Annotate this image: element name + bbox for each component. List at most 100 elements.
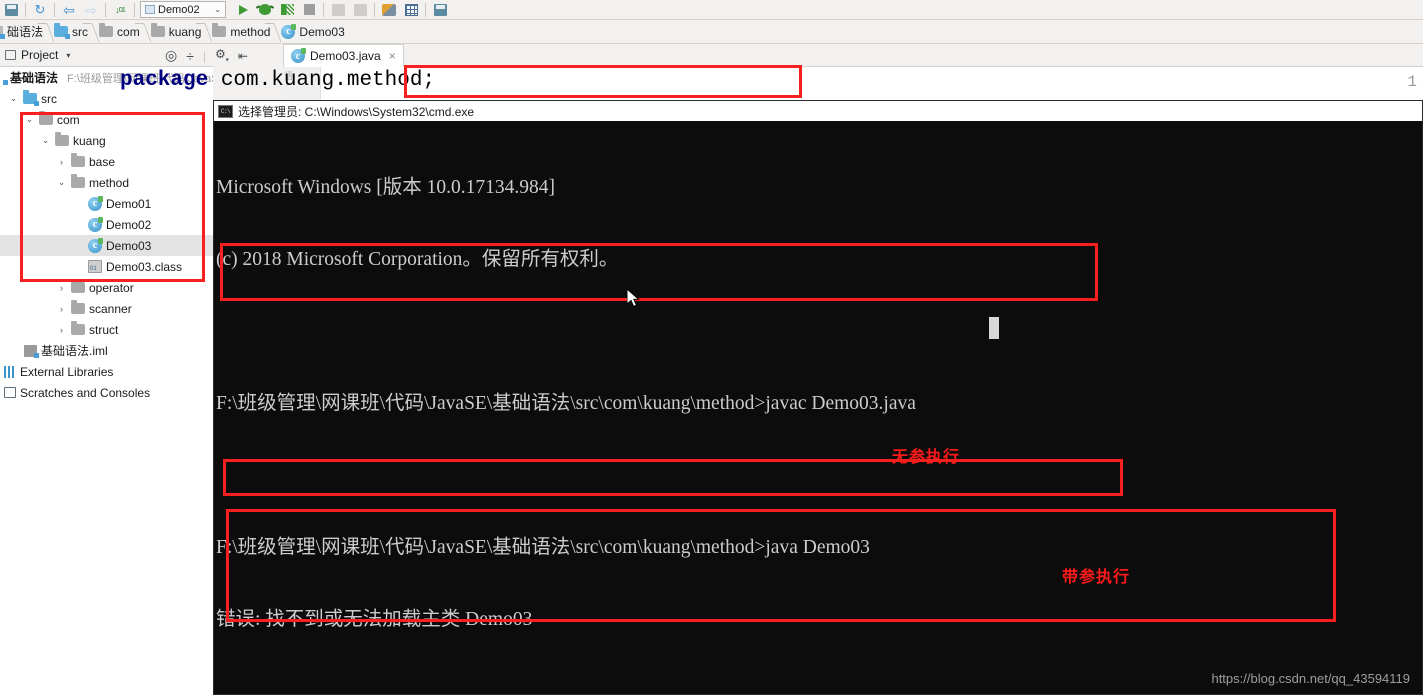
sdk-manager-button[interactable] [349,1,371,19]
ide-window: ↻ ⇦ ⇨ ↓ 01 Demo02 ⌄ 础语法 src com kuang me… [0,0,1423,695]
forward-arrow-icon[interactable]: ⇨ [80,1,102,19]
run-config-icon [145,5,155,14]
breadcrumb-item-com[interactable]: com [95,20,147,43]
sync-icon[interactable]: ↻ [29,1,51,19]
tree-item-label: src [41,91,57,106]
breadcrumb-item-kuang[interactable]: kuang [147,20,209,43]
project-tree[interactable]: 基础语法 F:\班级管理\网课班\代码\JavaSE\基础 ⌄ src ⌄ co… [0,67,213,695]
run-with-coverage-button[interactable] [276,1,298,19]
package-folder-icon [55,132,69,146]
project-structure-button[interactable] [327,1,349,19]
run-button[interactable] [232,1,254,19]
module-icon [0,25,5,39]
tree-row-external-libraries[interactable]: External Libraries [0,361,213,382]
debug-button[interactable] [254,1,276,19]
tab-demo03-java[interactable]: c Demo03.java × [283,44,404,67]
project-window-icon [5,50,16,60]
locate-icon[interactable]: ◎ [165,47,177,64]
package-folder-icon [71,321,85,335]
back-arrow-icon[interactable]: ⇦ [58,1,80,19]
tree-item-label: Demo03 [106,238,152,253]
console-line: F:\班级管理\网课班\代码\JavaSE\基础语法\src\com\kuang… [216,393,916,414]
tree-row-base[interactable]: › base [0,151,213,172]
iml-file-icon [24,344,39,358]
save-button[interactable] [429,1,451,19]
chevron-down-icon[interactable]: ⌄ [40,135,51,146]
source-folder-icon [54,23,71,39]
save-all-icon[interactable] [0,1,22,19]
tree-row-iml[interactable]: 基础语法.iml [0,340,213,361]
package-folder-icon [99,23,114,37]
tree-row-kuang[interactable]: ⌄ kuang [0,130,213,151]
breadcrumb-label: 础语法 [7,25,44,39]
tree-row-demo02[interactable]: c Demo02 [0,214,213,235]
tree-row-operator[interactable]: › operator [0,277,213,298]
tree-item-label: scanner [89,301,132,316]
chevron-down-icon[interactable]: ⌄ [24,114,35,125]
code-line-package: package com.kuang.method; [120,69,435,92]
tree-item-label: Demo02 [106,217,152,232]
tree-item-label: Scratches and Consoles [20,385,151,400]
annotation-with-args: 带参执行 [1062,569,1131,586]
breadcrumb: 础语法 src com kuang method c Demo03 [0,20,1423,44]
package-folder-icon [71,279,85,293]
hide-icon[interactable]: ⇤ [238,49,248,63]
tools-divider: | [202,48,207,63]
breadcrumb-label: src [72,24,89,39]
toolbar-divider [54,2,55,17]
tree-item-label: Demo01 [106,196,152,211]
tree-item-label: 基础语法.iml [41,344,108,358]
console-line: Microsoft Windows [版本 10.0.17134.984] [216,177,556,198]
breadcrumb-item-src[interactable]: src [50,20,95,43]
chevron-down-icon[interactable]: ⌄ [8,93,19,104]
console-line: 错误: 找不到或无法加载主类 Demo03 [216,609,533,630]
tab-label: Demo03.java [310,49,381,63]
tree-row-com[interactable]: ⌄ com [0,109,213,130]
chevron-right-icon[interactable]: › [56,325,67,335]
settings-button[interactable] [378,1,400,19]
sort-icon[interactable]: ↓ 01 [109,1,131,19]
close-icon[interactable]: × [389,49,396,63]
cmd-title-text: 选择管理员: C:\Windows\System32\cmd.exe [238,104,475,119]
source-folder-icon [23,90,39,106]
cmd-console-window[interactable]: C:\ 选择管理员: C:\Windows\System32\cmd.exe M… [213,100,1423,695]
tree-row-scanner[interactable]: › scanner [0,298,213,319]
toolbar-divider [25,2,26,17]
chevron-right-icon[interactable]: › [56,304,67,314]
tree-item-label: Demo03.class [106,259,183,274]
tree-row-method[interactable]: ⌄ method [0,172,213,193]
console-text-cursor [989,317,999,339]
database-button[interactable] [400,1,422,19]
breadcrumb-item-demo03[interactable]: c Demo03 [277,20,351,43]
collapse-all-icon[interactable]: ÷ [186,48,194,64]
tree-row-demo03[interactable]: c Demo03 [0,235,213,256]
settings-gear-icon[interactable]: ⚙▾ [215,47,229,63]
stop-button[interactable] [298,1,320,19]
package-folder-icon [212,23,227,37]
tree-row-struct[interactable]: › struct [0,319,213,340]
breadcrumb-item-module[interactable]: 础语法 [0,20,50,43]
chevron-down-icon[interactable]: ⌄ [56,177,67,188]
chevron-right-icon[interactable]: › [56,283,67,293]
code-keyword: package [120,69,209,92]
tree-row-demo03-class[interactable]: 01 Demo03.class [0,256,213,277]
tree-item-label: operator [89,280,134,295]
package-folder-icon [39,111,53,125]
run-configuration-selector[interactable]: Demo02 ⌄ [140,1,226,18]
project-panel-title: Project [21,48,59,62]
breadcrumb-item-method[interactable]: method [208,20,277,43]
tree-row-scratches[interactable]: Scratches and Consoles [0,382,213,403]
package-folder-icon [71,153,85,167]
toolbar-divider [425,2,426,17]
cmd-title-bar[interactable]: C:\ 选择管理员: C:\Windows\System32\cmd.exe [214,101,1422,121]
code-rest: com.kuang.method; [208,69,436,92]
chevron-down-icon[interactable]: ▾ [66,51,70,60]
chevron-down-icon: ⌄ [214,5,221,14]
tree-item-label: method [89,175,130,190]
chevron-right-icon[interactable]: › [56,157,67,167]
breadcrumb-label: Demo03 [299,24,345,39]
breadcrumb-label: kuang [168,24,202,39]
tree-row-demo01[interactable]: c Demo01 [0,193,213,214]
